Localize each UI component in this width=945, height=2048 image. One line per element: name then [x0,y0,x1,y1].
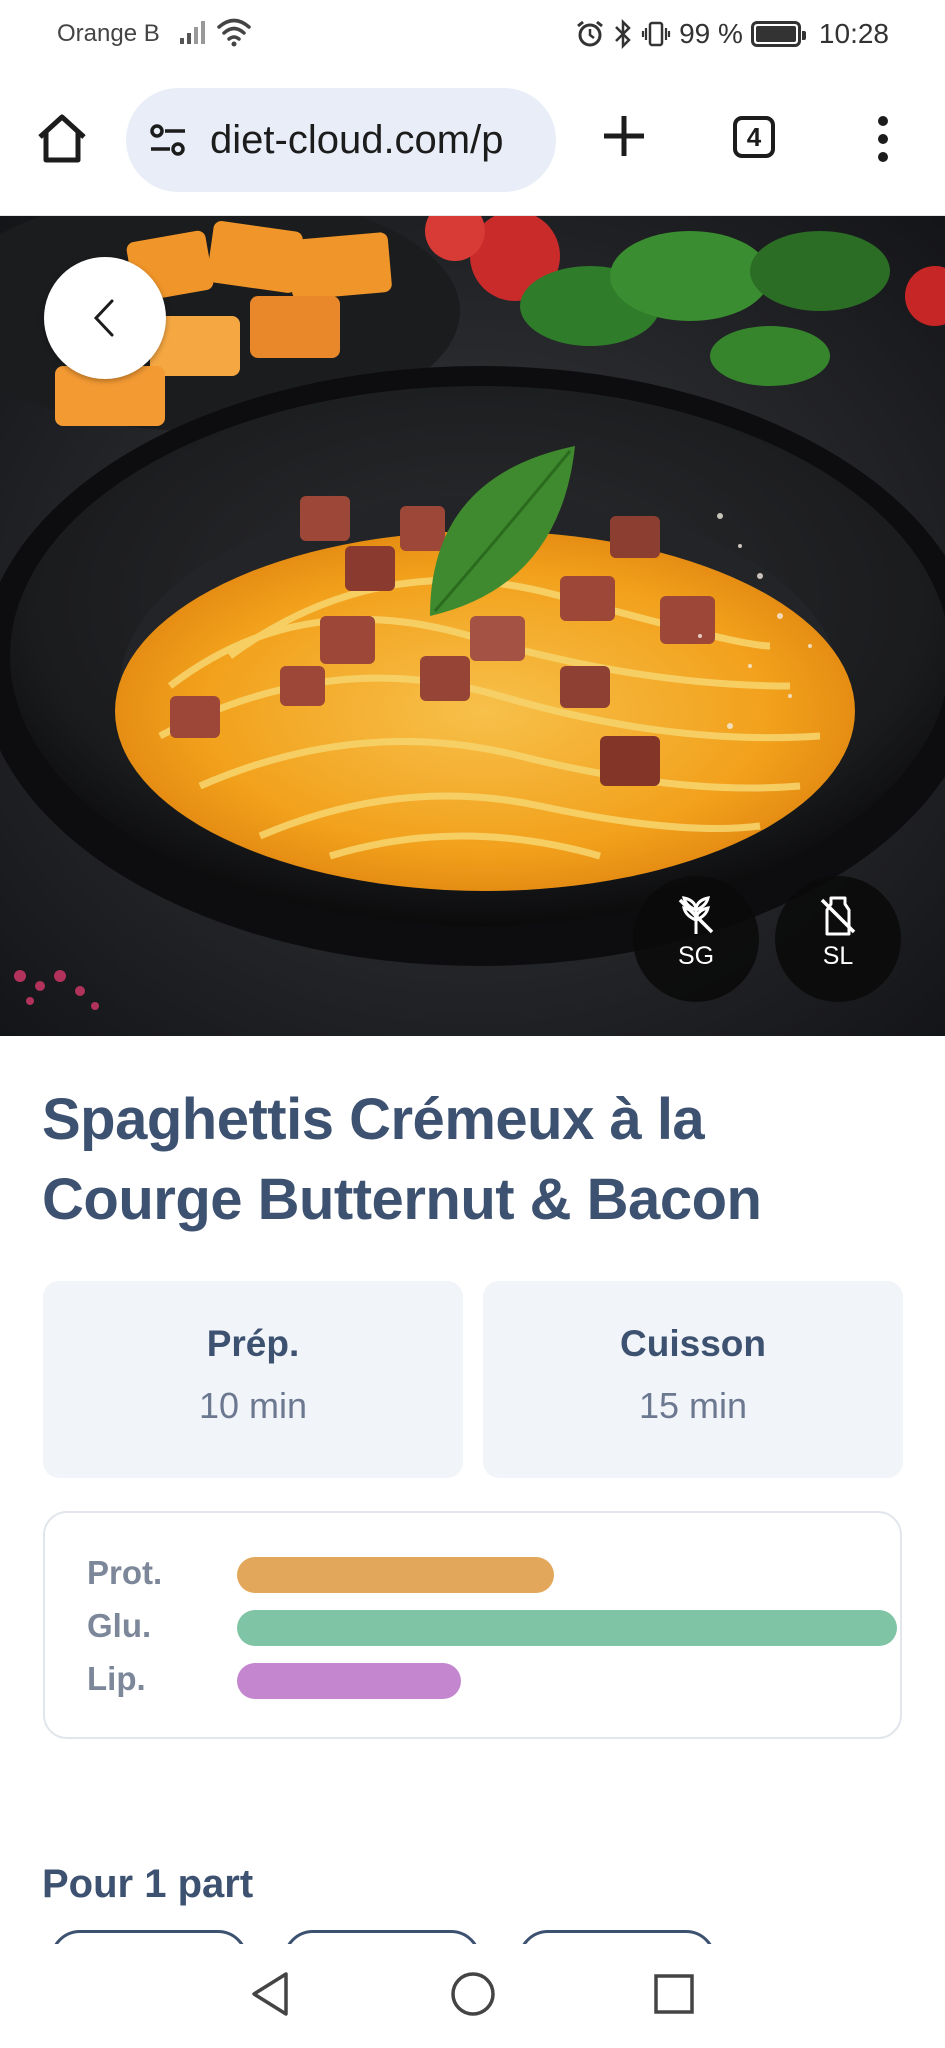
cook-time-card: Cuisson 15 min [483,1281,903,1478]
macro-bar-fat [237,1663,461,1699]
new-tab-icon[interactable] [598,110,650,162]
carrier-name: Orange B [57,20,160,47]
recipe-title: Spaghettis Crémeux à la Courge Butternut… [42,1087,762,1232]
macro-row-fat: Lip. [87,1659,877,1699]
prep-time-value: 10 min [198,1385,308,1426]
gluten-free-icon [678,896,714,934]
vibrate-icon [641,21,671,47]
nav-recents-icon[interactable] [652,1970,696,2018]
browser-toolbar: diet-cloud.com/p 4 [0,70,945,216]
portion-heading: Pour 1 part [42,1862,254,1906]
cook-time-label: Cuisson [620,1323,766,1364]
url-text: diet-cloud.com/p [210,118,504,162]
site-settings-icon[interactable] [148,122,188,158]
alarm-icon [577,20,604,47]
prep-time-label: Prép. [206,1323,300,1364]
nav-home-icon[interactable] [449,1970,497,2018]
lactose-free-badge: SL [775,876,901,1002]
system-nav-bar [0,1944,945,2048]
macro-label: Prot. [87,1554,163,1591]
macro-label: Lip. [87,1660,146,1697]
macro-bar-carbs [237,1610,897,1646]
battery-percent: 99 % [679,18,743,49]
address-bar[interactable]: diet-cloud.com/p [126,88,556,192]
status-bar: Orange B 99 % 10:28 [0,0,945,70]
macro-row-protein: Prot. [87,1553,877,1593]
nav-back-icon[interactable] [248,1970,292,2018]
macro-bar-protein [237,1557,554,1593]
lactose-free-icon [820,896,856,936]
bluetooth-icon [615,19,631,49]
wifi-icon [217,18,251,47]
home-icon[interactable] [34,110,90,166]
battery-icon [750,21,806,47]
prep-time-card: Prép. 10 min [43,1281,463,1478]
gluten-free-badge: SG [633,876,759,1002]
macros-card: Prot. Glu. Lip. [43,1511,902,1739]
more-menu-icon[interactable] [868,114,898,164]
chevron-left-icon [93,299,114,337]
cook-time-value: 15 min [638,1385,748,1426]
macro-label: Glu. [87,1607,152,1644]
tab-switcher-button[interactable]: 4 [733,116,775,158]
clock: 10:28 [818,18,889,49]
back-button[interactable] [44,257,166,379]
tab-count: 4 [746,122,762,152]
macro-row-carbs: Glu. [87,1606,897,1646]
signal-icon [180,21,205,44]
